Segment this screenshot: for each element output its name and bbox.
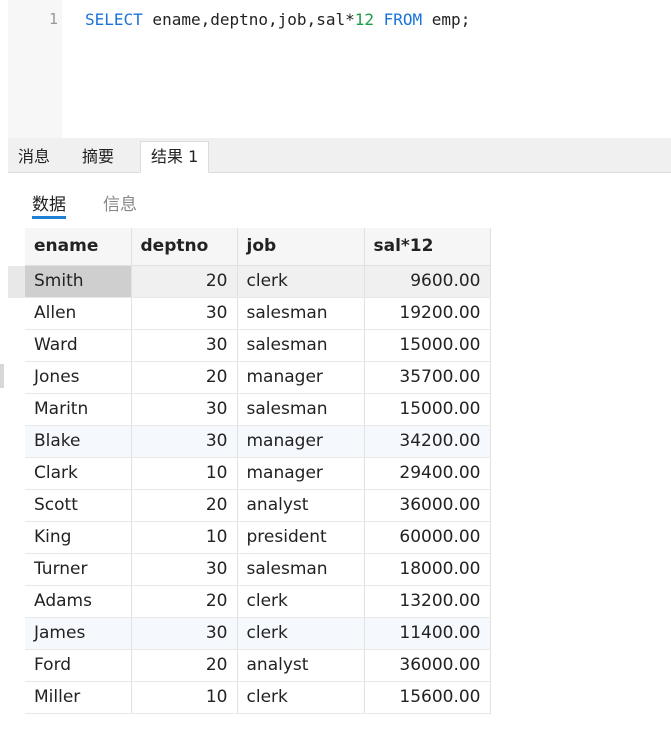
cell-job[interactable]: president	[237, 521, 365, 554]
table-row[interactable]: Ward 30 salesman 15000.00	[25, 329, 491, 362]
cell-sal12[interactable]: 18000.00	[364, 553, 491, 586]
line-number: 1	[48, 10, 58, 28]
tab-messages[interactable]: 消息	[8, 142, 60, 172]
subtab-info[interactable]: 信息	[103, 190, 137, 216]
cell-job[interactable]: manager	[237, 457, 365, 490]
cell-job[interactable]: salesman	[237, 553, 365, 586]
cell-ename[interactable]: Turner	[25, 553, 132, 586]
column-header-job[interactable]: job	[237, 228, 365, 266]
cell-deptno[interactable]: 20	[131, 585, 238, 618]
header-row: ename deptno job sal*12	[25, 228, 491, 266]
cell-ename[interactable]: Blake	[25, 425, 132, 458]
table-row[interactable]: Smith 20 clerk 9600.00	[25, 265, 491, 298]
cell-sal12[interactable]: 11400.00	[364, 617, 491, 650]
cell-job[interactable]: manager	[237, 425, 365, 458]
cell-deptno[interactable]: 20	[131, 649, 238, 682]
cell-job[interactable]: salesman	[237, 329, 365, 362]
cell-ename[interactable]: Scott	[25, 489, 132, 522]
cell-sal12[interactable]: 13200.00	[364, 585, 491, 618]
cell-ename[interactable]: Adams	[25, 585, 132, 618]
table-row[interactable]: James 30 clerk 11400.00	[25, 617, 491, 650]
cell-sal12[interactable]: 29400.00	[364, 457, 491, 490]
cell-job[interactable]: clerk	[237, 617, 365, 650]
cell-ename[interactable]: James	[25, 617, 132, 650]
cell-sal12[interactable]: 15000.00	[364, 393, 491, 426]
current-row-indicator	[8, 266, 25, 298]
table-row[interactable]: Scott 20 analyst 36000.00	[25, 489, 491, 522]
number-literal: 12	[354, 10, 374, 29]
column-header-ename[interactable]: ename	[25, 228, 132, 266]
cell-deptno[interactable]: 10	[131, 521, 238, 554]
table-row[interactable]: Allen 30 salesman 19200.00	[25, 297, 491, 330]
tab-summary[interactable]: 摘要	[72, 142, 124, 172]
cell-job[interactable]: clerk	[237, 585, 365, 618]
cell-job[interactable]: clerk	[237, 681, 365, 714]
table-row[interactable]: Jones 20 manager 35700.00	[25, 361, 491, 394]
column-header-deptno[interactable]: deptno	[131, 228, 238, 266]
cell-sal12[interactable]: 34200.00	[364, 425, 491, 458]
result-grid: ename deptno job sal*12 Smith 20 clerk 9…	[25, 228, 491, 714]
cell-sal12[interactable]: 60000.00	[364, 521, 491, 554]
result-window: 1 SELECT ename,deptno,job,sal*12 FROM em…	[0, 0, 671, 742]
table-row[interactable]: Maritn 30 salesman 15000.00	[25, 393, 491, 426]
select-fields: ename,deptno,job,sal*	[142, 10, 355, 29]
cell-ename[interactable]: King	[25, 521, 132, 554]
cell-sal12[interactable]: 35700.00	[364, 361, 491, 394]
cell-ename[interactable]: Ward	[25, 329, 132, 362]
table-row[interactable]: Clark 10 manager 29400.00	[25, 457, 491, 490]
cell-deptno[interactable]: 10	[131, 681, 238, 714]
subtab-data[interactable]: 数据	[32, 190, 66, 219]
cell-deptno[interactable]: 10	[131, 457, 238, 490]
cell-ename[interactable]: Allen	[25, 297, 132, 330]
cell-job[interactable]: salesman	[237, 393, 365, 426]
cell-deptno[interactable]: 30	[131, 617, 238, 650]
cell-sal12[interactable]: 36000.00	[364, 489, 491, 522]
cell-deptno[interactable]: 30	[131, 393, 238, 426]
result-table: ename deptno job sal*12 Smith 20 clerk 9…	[25, 228, 491, 714]
cell-job[interactable]: analyst	[237, 489, 365, 522]
sql-editor[interactable]: 1 SELECT ename,deptno,job,sal*12 FROM em…	[0, 0, 671, 138]
cell-deptno[interactable]: 30	[131, 297, 238, 330]
table-name: emp;	[422, 10, 471, 29]
cell-ename[interactable]: Maritn	[25, 393, 132, 426]
cell-deptno[interactable]: 20	[131, 489, 238, 522]
cell-deptno[interactable]: 30	[131, 329, 238, 362]
table-row[interactable]: Turner 30 salesman 18000.00	[25, 553, 491, 586]
cell-ename[interactable]: Miller	[25, 681, 132, 714]
table-row[interactable]: Adams 20 clerk 13200.00	[25, 585, 491, 618]
cell-sal12[interactable]: 19200.00	[364, 297, 491, 330]
cell-sal12[interactable]: 9600.00	[364, 265, 491, 298]
table-row[interactable]: Ford 20 analyst 36000.00	[25, 649, 491, 682]
keyword-from: FROM	[383, 10, 423, 29]
cell-job[interactable]: analyst	[237, 649, 365, 682]
cell-job[interactable]: salesman	[237, 297, 365, 330]
cell-job[interactable]: clerk	[237, 265, 365, 298]
cell-sal12[interactable]: 36000.00	[364, 649, 491, 682]
result-tab-bar: 消息 摘要 结果 1	[8, 138, 671, 173]
splitter-handle[interactable]	[0, 364, 4, 388]
table-row[interactable]: Miller 10 clerk 15600.00	[25, 681, 491, 714]
table-row[interactable]: King 10 president 60000.00	[25, 521, 491, 554]
cell-sal12[interactable]: 15000.00	[364, 329, 491, 362]
tab-result-1[interactable]: 结果 1	[140, 141, 210, 173]
column-header-sal12[interactable]: sal*12	[364, 228, 491, 266]
sql-code-line[interactable]: SELECT ename,deptno,job,sal*12 FROM emp;	[85, 10, 470, 29]
cell-deptno[interactable]: 30	[131, 425, 238, 458]
keyword-select: SELECT	[85, 10, 143, 29]
cell-deptno[interactable]: 20	[131, 361, 238, 394]
cell-ename[interactable]: Smith	[25, 265, 132, 298]
cell-job[interactable]: manager	[237, 361, 365, 394]
cell-ename[interactable]: Jones	[25, 361, 132, 394]
cell-ename[interactable]: Ford	[25, 649, 132, 682]
cell-ename[interactable]: Clark	[25, 457, 132, 490]
table-row[interactable]: Blake 30 manager 34200.00	[25, 425, 491, 458]
cell-deptno[interactable]: 30	[131, 553, 238, 586]
cell-sal12[interactable]: 15600.00	[364, 681, 491, 714]
cell-deptno[interactable]: 20	[131, 265, 238, 298]
